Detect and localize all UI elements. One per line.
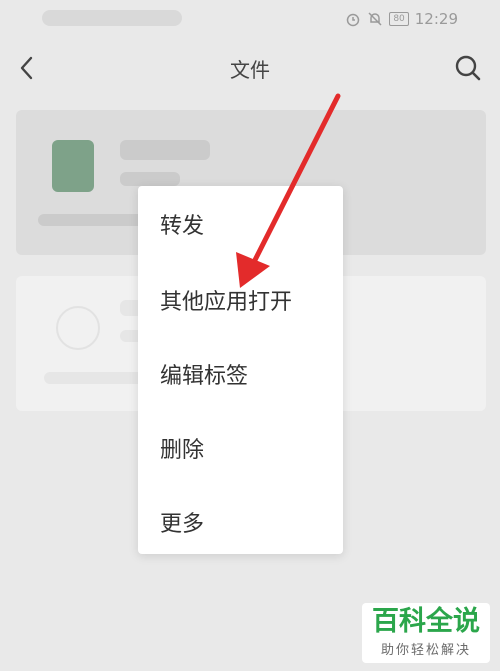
watermark-title: 百科全说	[372, 606, 480, 637]
watermark-logo: 百科全说 助你轻松解决	[362, 603, 490, 663]
red-arrow-annotation	[236, 93, 341, 288]
watermark-subtitle: 助你轻松解决	[380, 643, 471, 658]
